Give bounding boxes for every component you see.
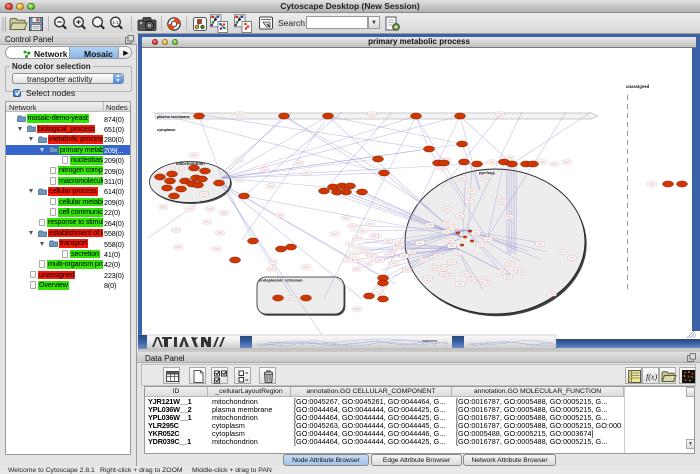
svg-text:unassigned: unassigned [626, 84, 650, 89]
svg-text:cytoplasm: cytoplasm [157, 127, 176, 132]
svg-text:1:1: 1:1 [112, 20, 119, 25]
svg-text:f(x): f(x) [646, 373, 657, 382]
